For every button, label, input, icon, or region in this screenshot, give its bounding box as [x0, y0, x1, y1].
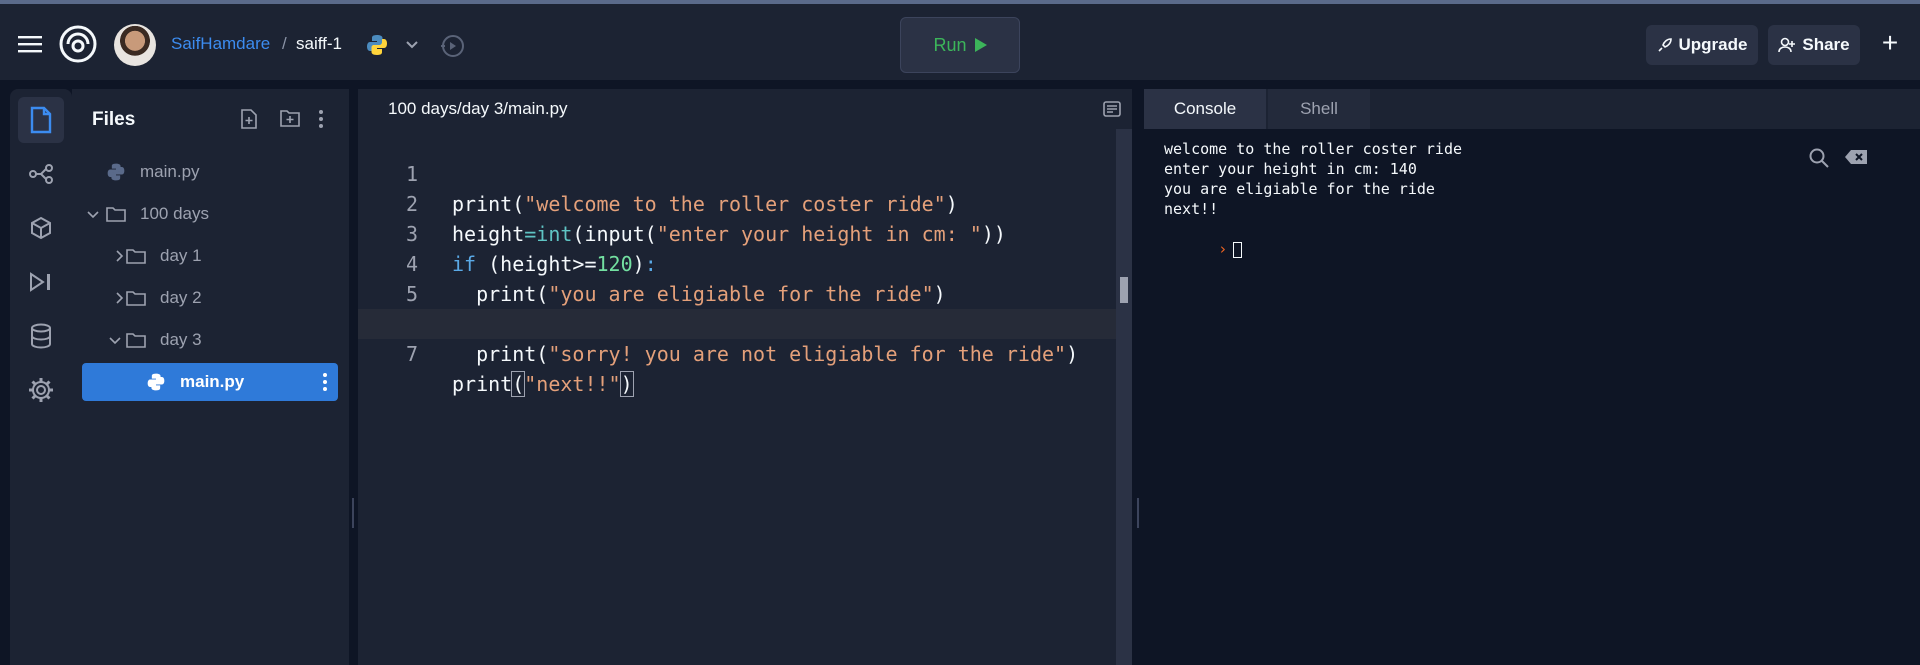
line-number: 7	[405, 342, 418, 366]
avatar[interactable]	[114, 24, 156, 66]
code-line: 3 if (height>=120):	[358, 189, 1118, 276]
chevron-down-icon	[109, 337, 121, 345]
tab-console-label: Console	[1173, 99, 1237, 118]
code-line: 4 print("you are eligiable for the ride"…	[358, 219, 1118, 306]
folder-item-day-1[interactable]: day 1	[112, 237, 336, 275]
git-icon[interactable]	[18, 151, 64, 197]
folder-icon	[126, 291, 146, 306]
repl-name[interactable]: saiff-1	[296, 34, 342, 54]
chevron-down-icon[interactable]	[404, 36, 420, 52]
code-line: 5 else:	[358, 249, 1118, 336]
search-icon[interactable]	[1808, 147, 1830, 174]
run-label: Run	[933, 34, 967, 55]
more-options-icon[interactable]	[322, 372, 328, 392]
folder-item-day-2[interactable]: day 2	[112, 279, 336, 317]
settings-icon[interactable]	[18, 367, 64, 413]
history-icon[interactable]	[438, 32, 466, 60]
cursor	[1233, 241, 1243, 258]
share-label: Share	[1802, 35, 1850, 54]
console-line: you are eligiable for the ride	[1164, 180, 1435, 198]
prompt-icon: ›	[1218, 240, 1228, 258]
editor-tab-bar: 100 days/day 3/main.py	[358, 89, 1132, 129]
rocket-icon	[1657, 38, 1672, 52]
file-label: main.py	[180, 372, 245, 391]
upgrade-button[interactable]: Upgrade	[1646, 25, 1758, 65]
top-bar: SaifHamdare / saiff-1 Run Upgrade Share …	[0, 0, 1920, 80]
file-item-main-py-selected[interactable]: main.py	[82, 363, 338, 401]
folder-icon	[126, 333, 146, 348]
python-icon	[147, 373, 165, 391]
files-panel: Files main.py 100 days day 1 day 2 day 3…	[72, 89, 349, 665]
python-icon	[107, 163, 125, 181]
database-icon[interactable]	[18, 313, 64, 359]
folder-label: day 1	[160, 246, 202, 265]
python-icon[interactable]	[364, 32, 390, 58]
files-icon[interactable]	[18, 97, 64, 143]
file-item-main-py-root[interactable]: main.py	[106, 153, 336, 191]
share-button[interactable]: Share	[1768, 25, 1860, 65]
folder-item-100-days[interactable]: 100 days	[86, 195, 336, 233]
tab-console[interactable]: Console	[1144, 89, 1266, 129]
chevron-right-icon	[116, 292, 124, 304]
code-text: print("sorry! you are not eligiable for …	[452, 342, 1079, 366]
username-link[interactable]: SaifHamdare	[171, 34, 270, 54]
tab-shell[interactable]: Shell	[1268, 89, 1370, 129]
resize-handle-right[interactable]	[1137, 498, 1139, 528]
folder-icon	[106, 207, 126, 222]
tab-shell-label: Shell	[1300, 99, 1338, 118]
upgrade-label: Upgrade	[1678, 35, 1748, 54]
code-text: print("next!!")	[452, 371, 634, 397]
more-options-icon[interactable]	[318, 109, 324, 134]
console-line: next!!	[1164, 200, 1219, 218]
play-icon	[974, 38, 987, 52]
new-folder-icon[interactable]	[280, 109, 300, 132]
editor-body[interactable]: 1 print("welcome to the roller coster ri…	[358, 129, 1132, 665]
resize-handle-left[interactable]	[352, 498, 354, 528]
editor-scrollbar-thumb[interactable]	[1120, 277, 1128, 303]
hamburger-icon[interactable]	[16, 32, 44, 56]
format-icon[interactable]	[1103, 101, 1121, 122]
console-tab-bar: Console Shell	[1144, 89, 1920, 129]
folder-label: day 3	[160, 330, 202, 349]
chevron-right-icon	[116, 250, 124, 262]
folder-item-day-3[interactable]: day 3	[108, 321, 336, 359]
folder-label: 100 days	[140, 204, 209, 223]
console-line: welcome to the roller coster ride	[1164, 140, 1463, 158]
code-editor: 100 days/day 3/main.py 1 print("welcome …	[358, 89, 1132, 665]
code-line-active: 7 print("next!!")	[358, 309, 1118, 397]
console-line: enter your height in cm: 140	[1164, 160, 1417, 178]
plus-button[interactable]: +	[1876, 29, 1904, 58]
folder-icon	[126, 249, 146, 264]
files-title: Files	[92, 109, 136, 130]
editor-scrollbar[interactable]	[1116, 129, 1132, 665]
editor-tab-label: 100 days/day 3/main.py	[388, 99, 568, 118]
file-label: main.py	[140, 162, 200, 181]
left-nav	[10, 89, 72, 665]
code-line: 6 print("sorry! you are not eligiable fo…	[358, 279, 1118, 366]
code-line: 1 print("welcome to the roller coster ri…	[358, 129, 1118, 216]
chevron-down-icon	[87, 211, 99, 219]
editor-tab[interactable]: 100 days/day 3/main.py	[358, 89, 598, 129]
debugger-icon[interactable]	[18, 259, 64, 305]
breadcrumb-separator: /	[282, 34, 287, 53]
clear-console-icon[interactable]	[1844, 149, 1868, 170]
code-line: 2 height=int(input("enter your height in…	[358, 159, 1118, 246]
new-file-icon[interactable]	[240, 109, 258, 134]
console-panel: Console Shell welcome to the roller cost…	[1144, 89, 1920, 665]
run-button[interactable]: Run	[900, 17, 1020, 73]
console-output[interactable]: welcome to the roller coster ride enter …	[1144, 129, 1920, 665]
console-prompt-line[interactable]: ›	[1164, 219, 1243, 279]
add-user-icon	[1778, 37, 1796, 53]
replit-logo-icon[interactable]	[58, 24, 98, 64]
folder-label: day 2	[160, 288, 202, 307]
packages-icon[interactable]	[18, 205, 64, 251]
